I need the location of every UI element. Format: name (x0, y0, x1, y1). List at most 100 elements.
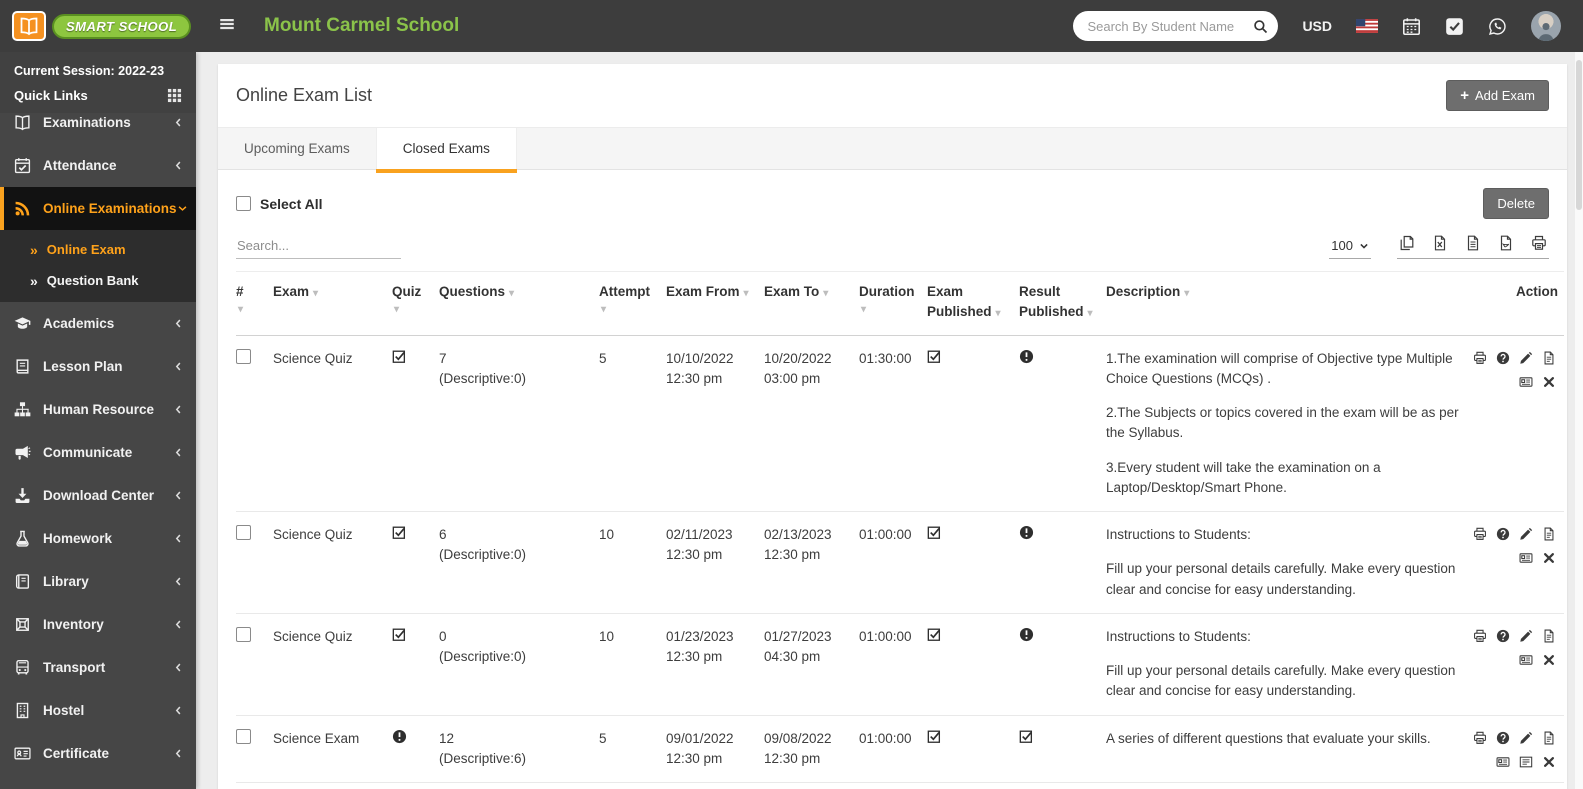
action-file-icon[interactable] (1542, 629, 1556, 643)
column-header-duration[interactable]: Duration ▾ (859, 271, 927, 336)
action-print-icon[interactable] (1473, 731, 1487, 745)
exam-to-cell: 02/13/2023 12:30 pm (764, 511, 859, 614)
sidebar-item-online-examinations[interactable]: Online Examinations (0, 187, 196, 230)
rss-icon (14, 200, 31, 217)
action-idcard-icon[interactable] (1519, 375, 1533, 389)
action-help-icon[interactable] (1496, 351, 1510, 365)
action-edit-icon[interactable] (1519, 731, 1533, 745)
column-header-num[interactable]: # ▾ (236, 271, 273, 336)
whatsapp-icon[interactable] (1488, 17, 1507, 36)
export-csv-icon[interactable] (1465, 235, 1481, 251)
us-flag-icon[interactable] (1356, 19, 1378, 33)
action-close-icon[interactable] (1542, 375, 1556, 389)
bus-icon (14, 659, 31, 676)
action-file-icon[interactable] (1542, 351, 1556, 365)
sidebar-item-homework[interactable]: Homework (0, 517, 196, 560)
sidebar-item-label: Examinations (43, 115, 131, 130)
action-edit-icon[interactable] (1519, 629, 1533, 643)
export-excel-icon[interactable] (1432, 235, 1448, 251)
column-header-action: Action (1469, 271, 1564, 336)
tab-upcoming-exams[interactable]: Upcoming Exams (218, 128, 376, 169)
column-header-attempt[interactable]: Attempt ▾ (599, 271, 666, 336)
action-help-icon[interactable] (1496, 629, 1510, 643)
task-check-icon[interactable] (1445, 17, 1464, 36)
page-scrollbar[interactable] (1575, 52, 1583, 789)
sidebar-item-label: Attendance (43, 158, 117, 173)
tab-closed-exams[interactable]: Closed Exams (375, 128, 517, 169)
table-search-input[interactable] (236, 233, 401, 259)
currency-selector[interactable]: USD (1302, 18, 1332, 34)
attempt-cell: 5 (599, 350, 607, 366)
exam-row: Science Quiz 7 (Descriptive:0) 5 10/10/2022 1… (236, 335, 1564, 512)
sidebar-item-attendance[interactable]: Attendance (0, 144, 196, 187)
select-all-checkbox[interactable] (236, 196, 251, 211)
action-print-icon[interactable] (1473, 629, 1487, 643)
duration-cell: 01:00:00 (859, 782, 927, 789)
sidebar-item-communicate[interactable]: Communicate (0, 431, 196, 474)
action-idcard-icon[interactable] (1519, 551, 1533, 565)
action-help-icon[interactable] (1496, 731, 1510, 745)
action-print-icon[interactable] (1473, 527, 1487, 541)
action-edit-icon[interactable] (1519, 527, 1533, 541)
questions-cell: 8(Descriptive:6) (439, 782, 599, 789)
chevron-left-icon (173, 619, 184, 630)
page-size-select[interactable]: 100 (1329, 235, 1371, 259)
sidebar-item-certificate[interactable]: Certificate (0, 732, 196, 775)
action-edit-icon[interactable] (1519, 351, 1533, 365)
action-help-icon[interactable] (1496, 527, 1510, 541)
select-all[interactable]: Select All (236, 196, 323, 212)
description-cell: A series of different questions that eva… (1106, 714, 1469, 783)
scrollbar-thumb[interactable] (1576, 60, 1582, 210)
sitemap-icon (14, 401, 31, 418)
column-header-exam-published[interactable]: Exam Published ▾ (927, 271, 1019, 336)
submenu-item-online-exam[interactable]: » Online Exam (0, 234, 196, 265)
exam-from-cell: 09/01/2022 12:30 pm (666, 714, 764, 783)
export-copy-icon[interactable] (1399, 235, 1415, 251)
action-list-icon[interactable] (1519, 755, 1533, 769)
row-checkbox[interactable] (236, 626, 251, 642)
column-header-description[interactable]: Description ▾ (1106, 271, 1469, 336)
row-checkbox[interactable] (236, 525, 251, 540)
hamburger-menu-icon[interactable] (218, 15, 238, 38)
export-print-icon[interactable] (1531, 235, 1547, 251)
action-print-icon[interactable] (1473, 351, 1487, 365)
column-header-exam-from[interactable]: Exam From ▾ (666, 271, 764, 336)
action-idcard-icon[interactable] (1496, 755, 1510, 769)
sidebar-item-inventory[interactable]: Inventory (0, 603, 196, 646)
sidebar-item-human-resource[interactable]: Human Resource (0, 388, 196, 431)
user-avatar[interactable] (1531, 11, 1561, 41)
row-checkbox[interactable] (236, 728, 251, 744)
action-close-icon[interactable] (1542, 653, 1556, 667)
sidebar-item-lesson-plan[interactable]: Lesson Plan (0, 345, 196, 388)
action-close-icon[interactable] (1542, 551, 1556, 565)
column-header-quiz[interactable]: Quiz ▾ (392, 271, 439, 336)
description-cell: Instructions to Students:Fill up your pe… (1106, 782, 1469, 789)
column-header-questions[interactable]: Questions ▾ (439, 271, 599, 336)
column-header-result-published[interactable]: Result Published ▾ (1019, 271, 1106, 336)
submenu-item-question-bank[interactable]: » Question Bank (0, 265, 196, 296)
sidebar-item-transport[interactable]: Transport (0, 646, 196, 689)
sidebar-item-hostel[interactable]: Hostel (0, 689, 196, 732)
action-file-icon[interactable] (1542, 731, 1556, 745)
column-header-exam[interactable]: Exam ▾ (273, 271, 392, 336)
row-checkbox[interactable] (236, 348, 251, 364)
column-header-exam-to[interactable]: Exam To ▾ (764, 271, 859, 336)
calendar-icon[interactable] (1402, 17, 1421, 36)
export-pdf-icon[interactable] (1498, 235, 1514, 251)
student-search-input[interactable] (1087, 18, 1254, 34)
sidebar-item-library[interactable]: Library (0, 560, 196, 603)
add-exam-button[interactable]: + Add Exam (1446, 80, 1549, 111)
sidebar-item-front-cms[interactable]: Front CMS (0, 775, 196, 789)
brand-logo[interactable]: SMART SCHOOL (0, 0, 196, 52)
exam-name: Science Quiz (273, 612, 392, 715)
student-search[interactable] (1073, 11, 1279, 41)
action-close-icon[interactable] (1542, 755, 1556, 769)
action-file-icon[interactable] (1542, 527, 1556, 541)
delete-button[interactable]: Delete (1483, 188, 1549, 219)
sidebar-item-examinations[interactable]: Examinations (0, 101, 196, 144)
search-icon[interactable] (1253, 19, 1268, 34)
sidebar-item-academics[interactable]: Academics (0, 302, 196, 345)
action-idcard-icon[interactable] (1519, 653, 1533, 667)
sidebar-item-download-center[interactable]: Download Center (0, 474, 196, 517)
exam-name: Science Exam (273, 782, 392, 789)
